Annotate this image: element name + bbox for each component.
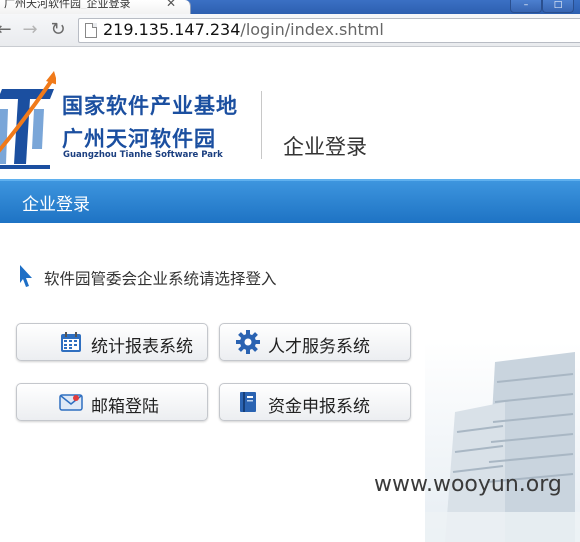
park-logo-icon bbox=[0, 71, 56, 169]
main-content: 软件园管委会企业系统请选择登入 统计报表系统 人才服务系统 邮箱登陆 资金申报系… bbox=[0, 222, 580, 542]
address-bar[interactable]: 219.135.147.234/login/index.shtml bbox=[78, 18, 580, 43]
site-header: 国家软件产业基地 广州天河软件园 Guangzhou Tianhe Softwa… bbox=[0, 47, 580, 177]
url-text[interactable]: 219.135.147.234/login/index.shtml bbox=[103, 20, 384, 40]
mail-icon bbox=[59, 394, 83, 411]
maximize-icon[interactable]: □ bbox=[542, 0, 574, 13]
header-divider bbox=[261, 91, 262, 159]
watermark: www.wooyun.org bbox=[374, 472, 562, 497]
reload-icon[interactable]: ↻ bbox=[48, 19, 68, 41]
browser-tabstrip: 广州天河软件园_企业登录 ✕ – □ bbox=[0, 0, 580, 14]
gear-icon bbox=[236, 330, 260, 354]
back-arrow-icon[interactable]: ← bbox=[0, 19, 14, 41]
fund-application-system-button[interactable]: 资金申报系统 bbox=[219, 383, 411, 421]
minimize-icon[interactable]: – bbox=[510, 0, 542, 13]
button-label: 统计报表系统 bbox=[91, 337, 193, 357]
logo-english: Guangzhou Tianhe Software Park bbox=[63, 150, 223, 160]
browser-toolbar: ← → ↻ 219.135.147.234/login/index.shtml bbox=[0, 14, 580, 47]
browser-tab[interactable]: 广州天河软件园_企业登录 ✕ bbox=[0, 0, 191, 14]
url-host: 219.135.147.234 bbox=[103, 20, 241, 39]
mailbox-login-button[interactable]: 邮箱登陆 bbox=[16, 383, 208, 421]
building-image bbox=[425, 342, 580, 542]
instruction-text: 软件园管委会企业系统请选择登入 bbox=[44, 270, 277, 288]
tab-title: 广州天河软件园_企业登录 bbox=[4, 0, 131, 9]
cursor-arrow-icon bbox=[20, 265, 32, 287]
button-label: 邮箱登陆 bbox=[91, 397, 159, 417]
nav-item-enterprise-login[interactable]: 企业登录 bbox=[22, 190, 90, 215]
nav-bar: 企业登录 bbox=[0, 179, 580, 223]
url-path: /login/index.shtml bbox=[240, 20, 384, 39]
button-label: 人才服务系统 bbox=[268, 337, 370, 357]
calendar-icon bbox=[61, 332, 81, 352]
page-icon bbox=[85, 23, 97, 38]
logo-line1: 国家软件产业基地 bbox=[62, 94, 238, 118]
logo-line2: 广州天河软件园 bbox=[62, 127, 216, 151]
stats-report-system-button[interactable]: 统计报表系统 bbox=[16, 323, 208, 361]
close-icon[interactable]: ✕ bbox=[166, 0, 176, 9]
book-icon bbox=[240, 392, 256, 412]
forward-arrow-icon[interactable]: → bbox=[20, 19, 40, 41]
button-label: 资金申报系统 bbox=[268, 397, 370, 417]
talent-service-system-button[interactable]: 人才服务系统 bbox=[219, 323, 411, 361]
page-title: 企业登录 bbox=[283, 135, 367, 159]
